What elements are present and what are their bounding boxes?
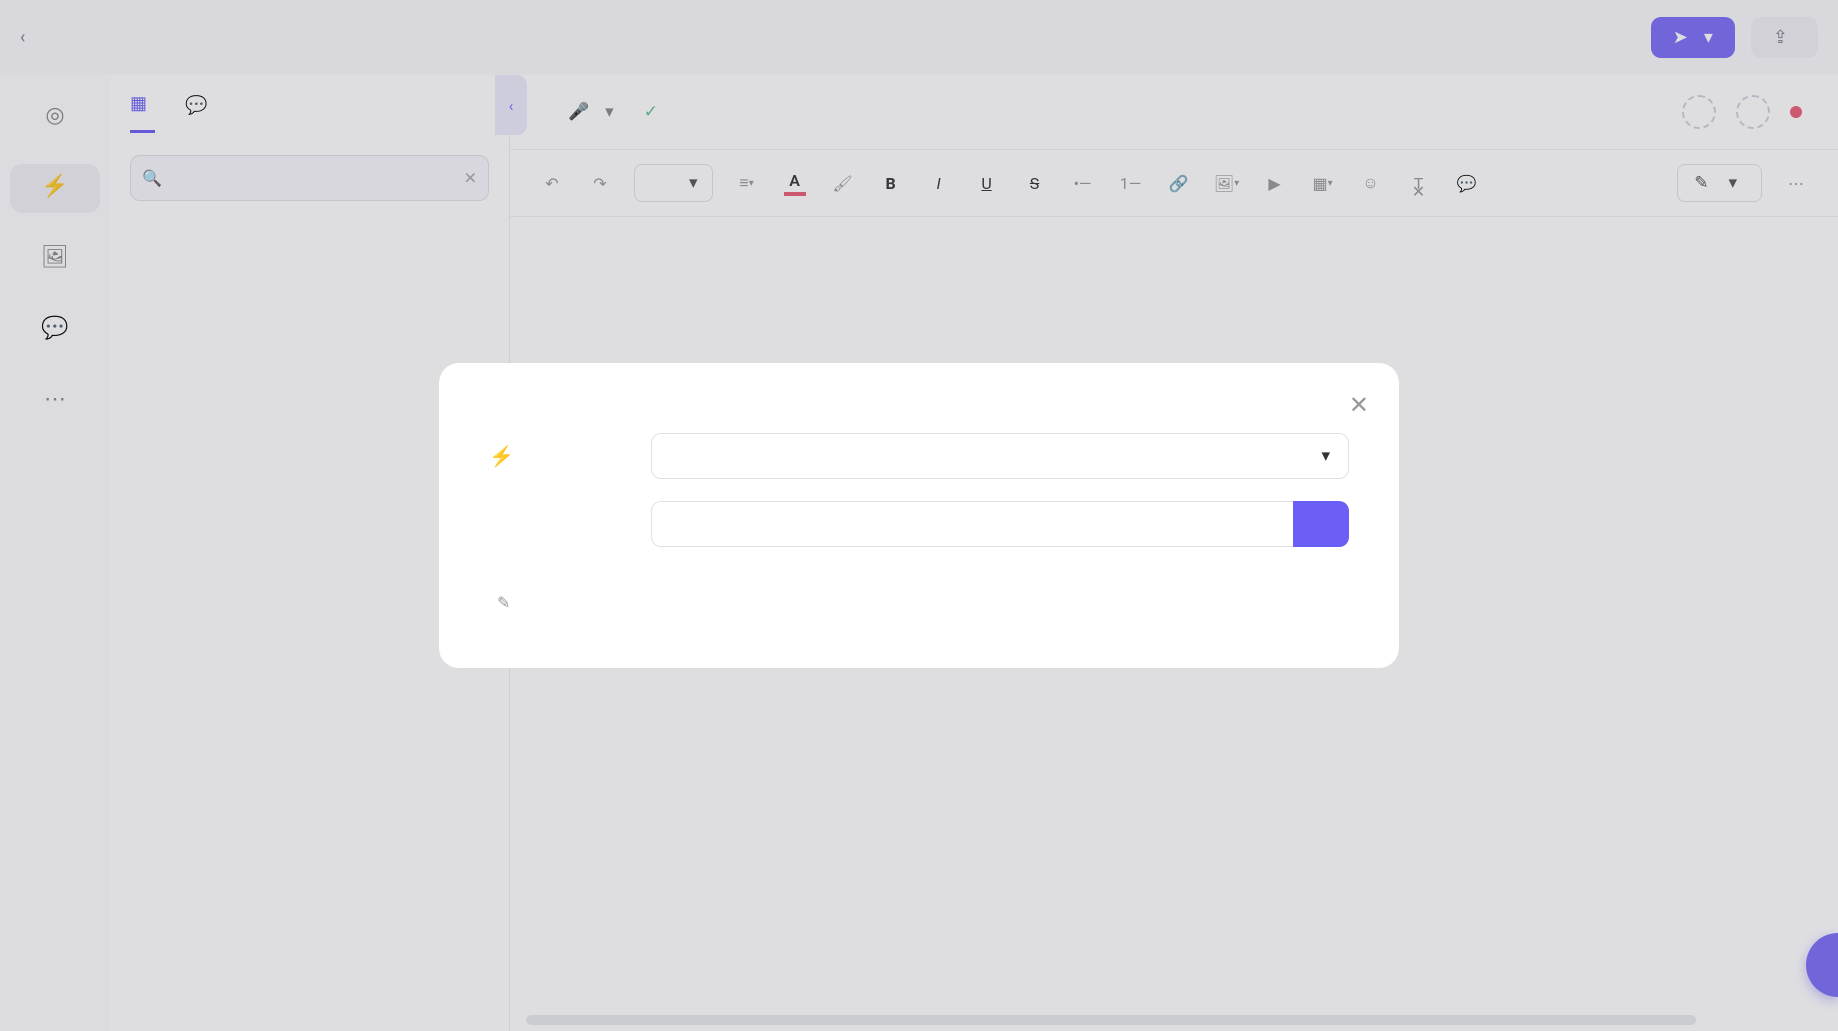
edit-icon[interactable]: ✎ — [497, 593, 510, 612]
create-content-modal: ✕ ⚡ ▾ — [439, 363, 1399, 668]
language-line: ✎ — [489, 593, 1349, 612]
keyword-input[interactable] — [651, 501, 1293, 547]
close-button[interactable]: ✕ — [1349, 391, 1369, 419]
create-using-row: ⚡ ▾ — [489, 433, 1349, 479]
modal-overlay[interactable]: ✕ ⚡ ▾ — [0, 0, 1838, 1031]
create-using-select[interactable]: ▾ — [651, 433, 1349, 479]
chevron-down-icon: ▾ — [1321, 446, 1330, 466]
create-using-label: ⚡ — [489, 444, 629, 468]
close-icon: ✕ — [1349, 391, 1369, 419]
keyword-row — [489, 501, 1349, 547]
refresh-button[interactable] — [1293, 501, 1349, 547]
keyword-input-wrap — [651, 501, 1349, 547]
bolt-icon: ⚡ — [489, 444, 514, 468]
modal-footer: ✎ — [489, 593, 1349, 612]
